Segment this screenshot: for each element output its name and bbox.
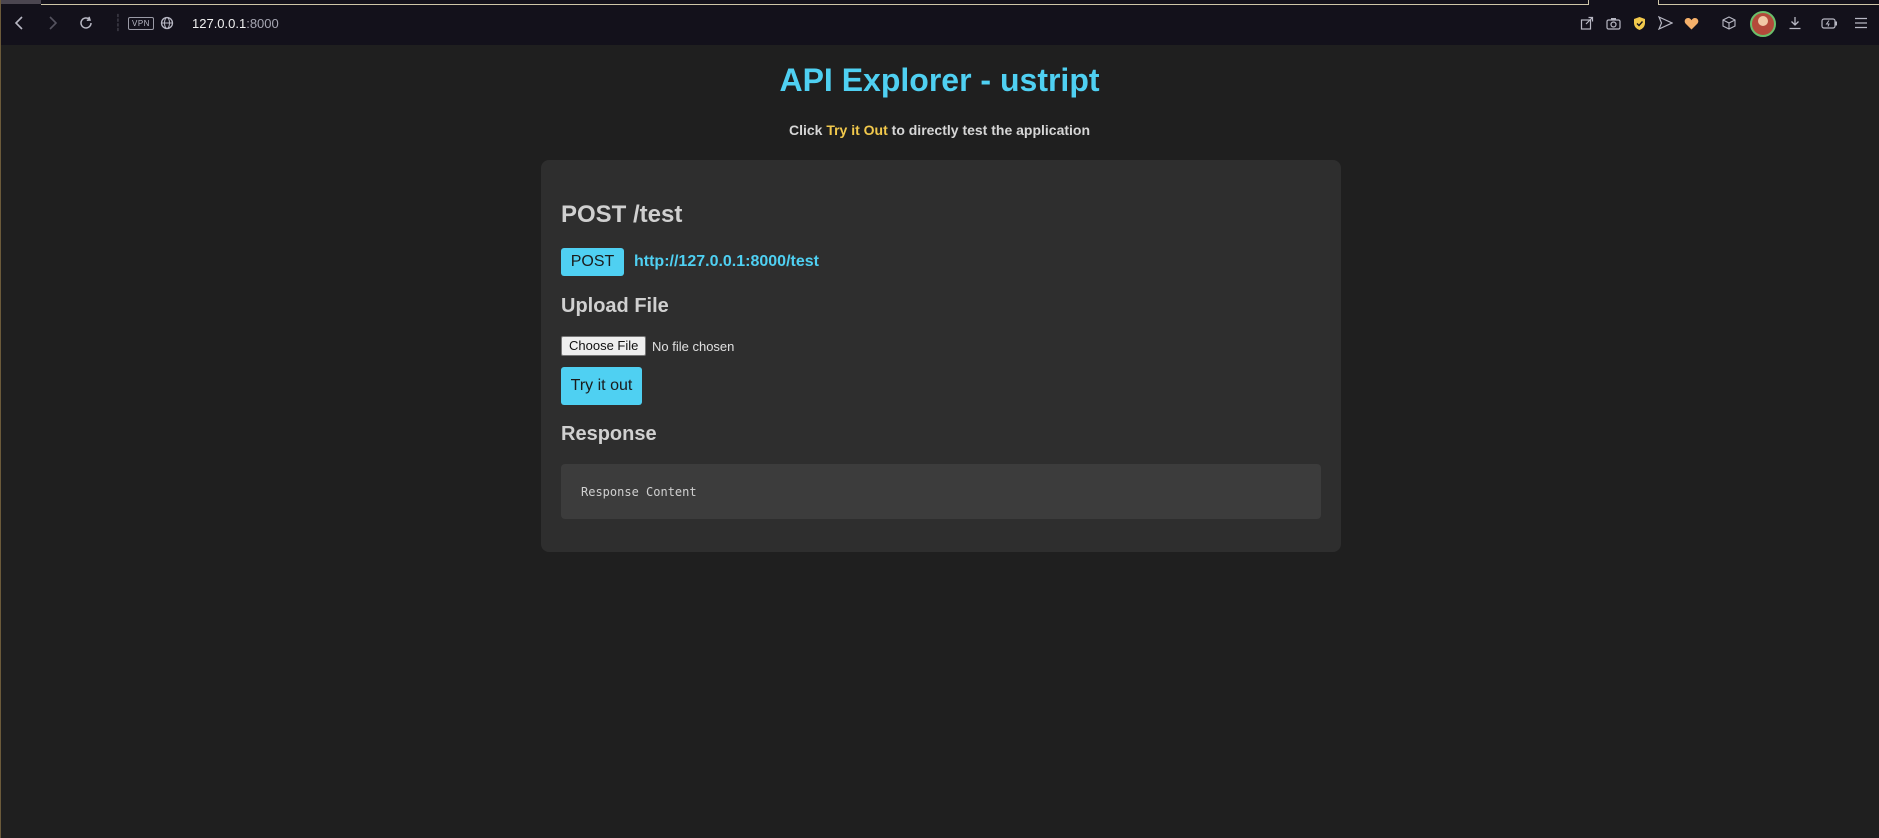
forward-icon[interactable] <box>42 13 62 33</box>
camera-icon[interactable] <box>1603 13 1623 33</box>
choose-file-button[interactable]: Choose File <box>561 336 647 356</box>
endpoint-card: POST /test POST http://127.0.0.1:8000/te… <box>541 160 1341 552</box>
battery-icon[interactable] <box>1819 13 1839 33</box>
url-host: 127.0.0.1 <box>192 16 247 31</box>
endpoint-title: POST /test <box>561 201 683 228</box>
back-icon[interactable] <box>10 13 30 33</box>
endpoint-url[interactable]: http://127.0.0.1:8000/test <box>634 253 819 271</box>
separator-icon: ┊ <box>113 15 123 32</box>
response-box: Response Content <box>561 464 1321 519</box>
page-title: API Explorer - ustript <box>779 62 1100 98</box>
share-icon[interactable] <box>1577 13 1597 33</box>
url-port: :8000 <box>246 16 279 31</box>
file-status: No file chosen <box>652 339 735 354</box>
vpn-icon[interactable]: VPN <box>128 17 154 30</box>
subtitle-suffix: to directly test the application <box>887 122 1091 138</box>
heart-icon[interactable] <box>1681 13 1701 33</box>
tab-outline <box>41 0 1589 5</box>
menu-icon[interactable] <box>1851 13 1871 33</box>
method-badge: POST <box>561 248 624 276</box>
try-it-out-button[interactable]: Try it out <box>561 367 642 405</box>
tab-outline-right <box>1658 0 1879 5</box>
response-heading: Response <box>561 423 657 445</box>
upload-heading: Upload File <box>561 295 669 317</box>
cube-icon[interactable] <box>1719 13 1739 33</box>
globe-icon[interactable] <box>157 13 177 33</box>
tab-strip-edge <box>1 0 41 4</box>
avatar[interactable] <box>1750 11 1776 37</box>
send-icon[interactable] <box>1655 13 1675 33</box>
download-icon[interactable] <box>1785 13 1805 33</box>
shield-icon[interactable] <box>1629 13 1649 33</box>
response-content: Response Content <box>581 485 697 499</box>
window-edge <box>0 45 1 838</box>
address-bar[interactable]: 127.0.0.1:8000 <box>192 16 279 31</box>
reload-icon[interactable] <box>76 13 96 33</box>
subtitle-highlight: Try it Out <box>826 122 888 138</box>
page-subtitle: Click Try it Out to directly test the ap… <box>0 122 1879 138</box>
browser-toolbar: ┊ VPN 127.0.0.1:8000 <box>0 0 1879 45</box>
subtitle-prefix: Click <box>788 122 827 138</box>
